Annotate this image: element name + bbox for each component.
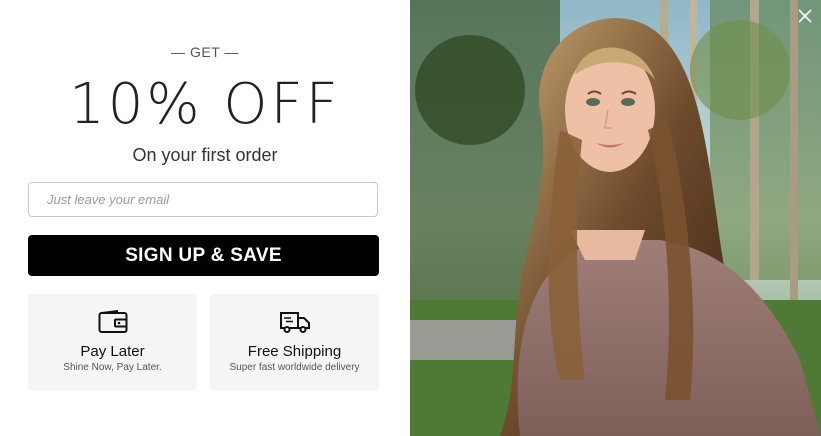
hero-photo xyxy=(410,0,821,436)
subheadline: On your first order xyxy=(132,145,278,165)
feature-card-pay-later: Pay Later Shine Now, Pay Later. xyxy=(28,294,197,390)
feature-title: Pay Later xyxy=(80,343,145,360)
truck-icon xyxy=(210,310,379,336)
headline: 10% OFF xyxy=(69,72,341,137)
signup-button[interactable]: SIGN UP & SAVE xyxy=(28,235,379,276)
feature-title: Free Shipping xyxy=(247,343,342,360)
email-input[interactable] xyxy=(28,182,378,217)
discount-popup: — GET — 10% OFF On your first order SIGN… xyxy=(0,0,821,436)
eyebrow-text: — GET — xyxy=(171,44,239,60)
offer-panel: — GET — 10% OFF On your first order SIGN… xyxy=(0,0,410,436)
close-icon xyxy=(798,9,812,23)
feature-description: Super fast worldwide delivery xyxy=(229,362,360,373)
close-button[interactable] xyxy=(795,6,815,26)
wallet-icon xyxy=(28,310,197,336)
feature-description: Shine Now, Pay Later. xyxy=(63,362,162,373)
feature-card-free-shipping: Free Shipping Super fast worldwide deliv… xyxy=(210,294,379,390)
